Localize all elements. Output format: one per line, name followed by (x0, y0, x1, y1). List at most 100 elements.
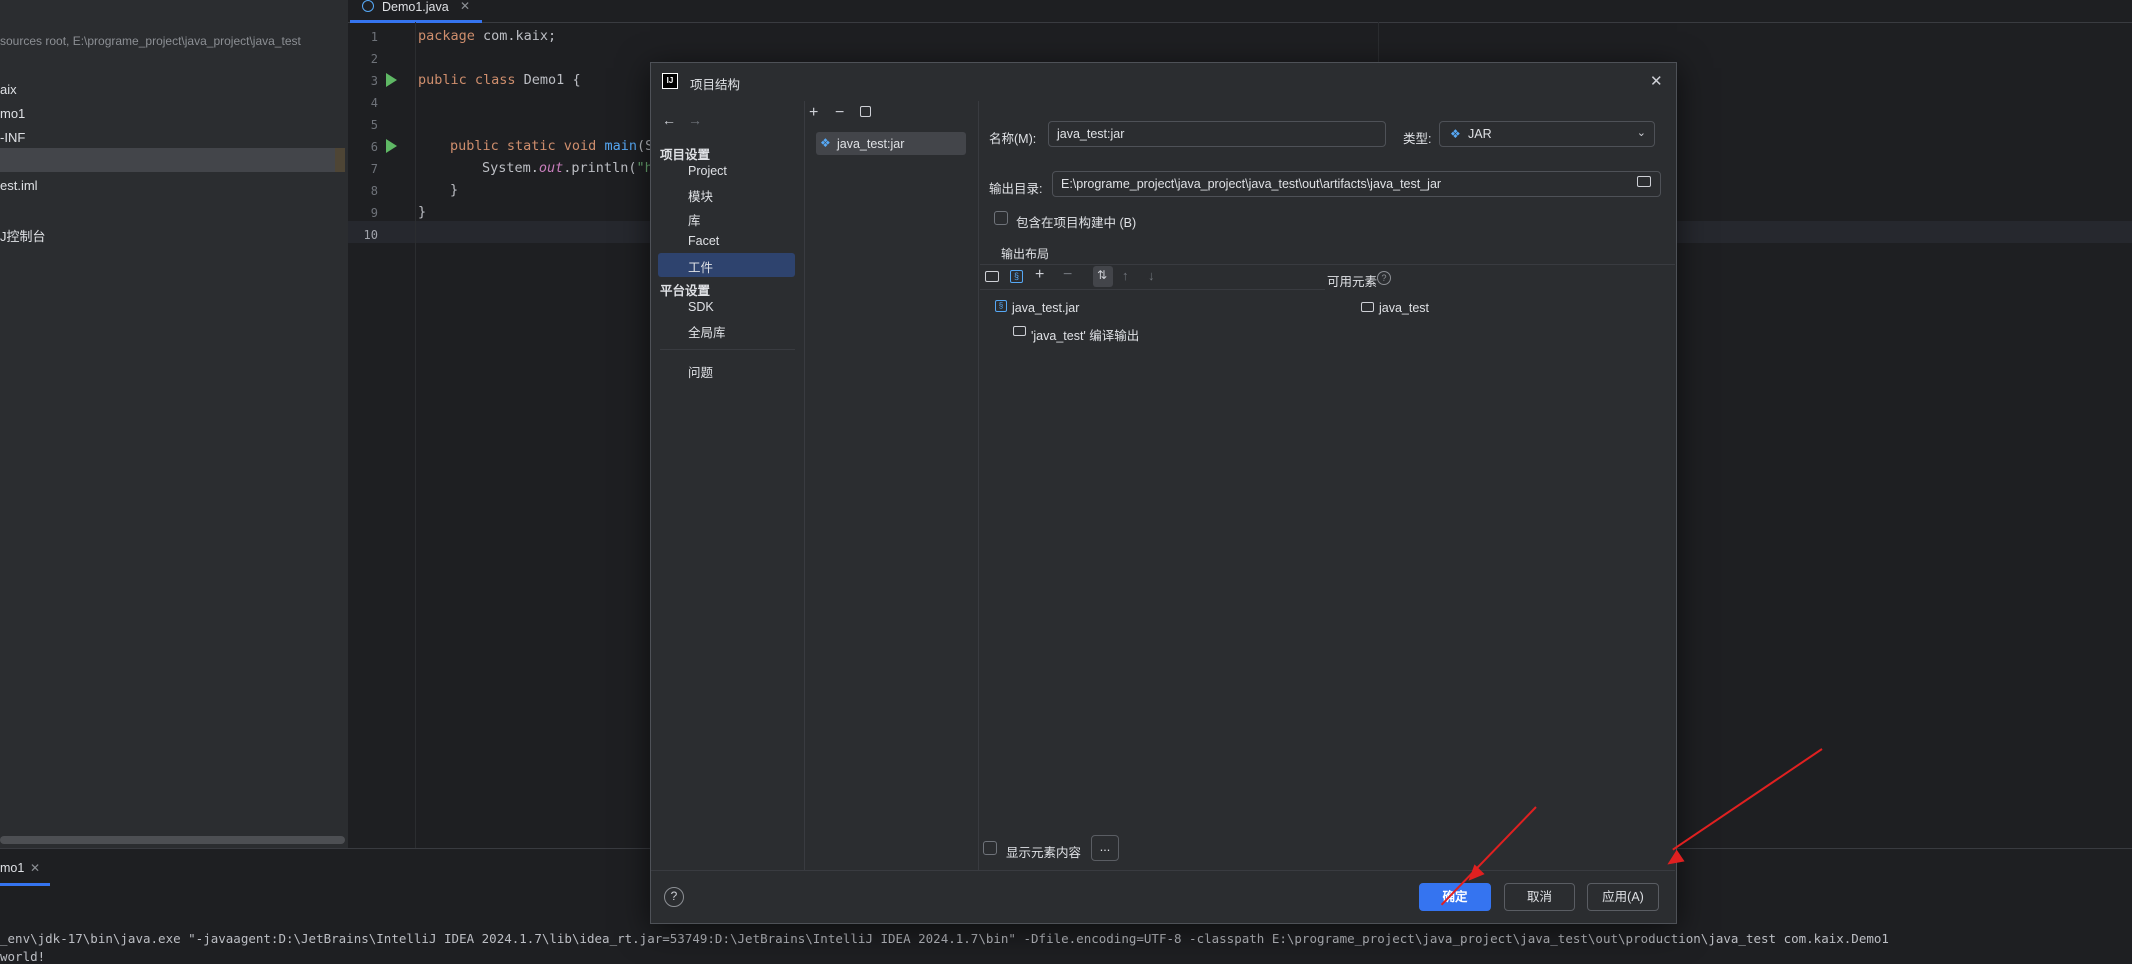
dialog-title: 项目结构 (690, 78, 741, 92)
jar-icon: ❖ (1450, 127, 1461, 141)
layout-toolbar-divider (980, 289, 1325, 290)
project-tree-item-console[interactable]: J控制台 (0, 226, 46, 245)
cancel-button[interactable]: 取消 (1504, 883, 1575, 911)
chevron-down-icon: ⌄ (1636, 127, 1646, 139)
output-dir-label: 输出目录: (989, 182, 1043, 196)
code-line-8[interactable]: } (450, 182, 458, 198)
available-tree-item[interactable]: java_test (1379, 301, 1429, 315)
include-in-build-label: 包含在项目构建中 (B) (1016, 216, 1137, 230)
tab-demo1-java[interactable]: Demo1.java ✕ (350, 0, 482, 22)
nav-item-sdk[interactable]: SDK (688, 300, 714, 314)
project-root-hint: sources root, E:\programe_project\java_p… (0, 34, 301, 48)
move-up-icon[interactable]: ↑ (1122, 269, 1129, 282)
run-class-icon[interactable] (386, 73, 397, 87)
move-down-icon[interactable]: ↓ (1148, 269, 1155, 282)
nav-item-libraries[interactable]: 库 (688, 210, 701, 229)
close-icon[interactable]: ✕ (30, 861, 40, 875)
nav-item-modules[interactable]: 模块 (688, 186, 713, 205)
line-number: 10 (363, 228, 378, 242)
run-tab-label[interactable]: mo1 (0, 861, 24, 875)
module-folder-icon (1361, 302, 1374, 312)
code-line-3[interactable]: public class Demo1 { (418, 72, 581, 88)
project-tree-selected-row[interactable] (0, 148, 335, 172)
editor-tab-bar (348, 0, 2132, 23)
nav-item-facet[interactable]: Facet (688, 234, 719, 248)
artifact-list-item[interactable]: java_test:jar (837, 137, 904, 151)
forward-arrow-icon[interactable]: → (688, 113, 702, 127)
ok-button[interactable]: 确定 (1419, 883, 1491, 911)
line-number: 2 (370, 52, 378, 66)
type-select[interactable]: ❖ JAR ⌄ (1439, 121, 1655, 147)
project-tree-item[interactable]: -INF (0, 130, 25, 145)
line-number: 1 (370, 30, 378, 44)
help-icon[interactable]: ? (664, 887, 684, 907)
add-icon[interactable]: + (1035, 267, 1044, 283)
code-line-7[interactable]: System.out.println("h (482, 160, 653, 176)
jar-file-icon: § (995, 300, 1007, 312)
type-label: 类型: (1403, 132, 1432, 146)
show-content-checkbox[interactable] (983, 841, 997, 855)
nav-item-project[interactable]: Project (688, 164, 727, 178)
dialog-nav-panel (651, 101, 805, 871)
code-keyword: package (418, 28, 475, 44)
code-text: .println( (563, 160, 637, 176)
back-arrow-icon[interactable]: ← (662, 113, 676, 127)
nav-item-artifacts[interactable]: 工件 (688, 257, 713, 276)
module-output-icon (1013, 326, 1026, 336)
code-text: Demo1 { (515, 72, 581, 88)
code-text: com.kaix; (474, 28, 557, 44)
line-number: 4 (370, 96, 378, 110)
code-line-1[interactable]: package com.kaix; (418, 28, 556, 44)
new-folder-icon[interactable] (985, 271, 999, 282)
nav-item-problems[interactable]: 问题 (688, 362, 713, 381)
more-button[interactable]: ... (1091, 835, 1119, 861)
include-in-build-checkbox[interactable] (994, 211, 1008, 225)
add-icon[interactable]: + (809, 105, 818, 121)
project-tree-selected-accent (335, 148, 345, 172)
nav-divider (660, 349, 795, 350)
code-line-6[interactable]: public static void main(S (450, 138, 653, 154)
project-tree-item[interactable]: aix (0, 82, 17, 97)
line-number: 6 (370, 140, 378, 154)
apply-button[interactable]: 应用(A) (1587, 883, 1659, 911)
project-tree-item[interactable]: mo1 (0, 106, 25, 121)
remove-icon[interactable]: − (1063, 267, 1072, 283)
archive-icon[interactable]: § (1010, 270, 1023, 283)
remove-icon[interactable]: − (835, 105, 844, 121)
tab-label: Demo1.java (382, 0, 449, 14)
code-field: out (538, 160, 564, 176)
code-line-9[interactable]: } (418, 204, 426, 220)
nav-item-global-libraries[interactable]: 全局库 (688, 322, 726, 341)
layout-tree-item-jar[interactable]: java_test.jar (1012, 301, 1079, 315)
console-output-line: world! (0, 949, 46, 964)
artifact-list-panel (805, 101, 979, 871)
help-icon[interactable]: ? (1377, 271, 1391, 285)
code-keyword: public static void (450, 138, 597, 154)
intellij-logo-icon: IJ (662, 73, 678, 89)
console-command-line: _env\jdk-17\bin\java.exe "-javaagent:D:\… (0, 931, 1889, 946)
project-tool-window: sources root, E:\programe_project\java_p… (0, 0, 348, 848)
project-tree-item[interactable]: est.iml (0, 178, 38, 193)
run-main-icon[interactable] (386, 139, 397, 153)
nav-selection-highlight (658, 253, 795, 277)
name-input[interactable]: java_test:jar (1048, 121, 1386, 147)
folder-browse-icon[interactable] (1637, 176, 1651, 187)
nav-header-platform-settings: 平台设置 (660, 284, 711, 298)
sort-icon[interactable]: ⇅ (1097, 269, 1107, 281)
tab-output-layout[interactable]: 输出布局 (1001, 245, 1049, 262)
active-tab-indicator (350, 20, 482, 23)
tab-divider (980, 264, 1675, 265)
project-horizontal-scrollbar[interactable] (0, 836, 345, 844)
line-number: 7 (370, 162, 378, 176)
output-dir-input[interactable]: E:\programe_project\java_project\java_te… (1052, 171, 1661, 197)
close-icon[interactable]: ✕ (1650, 74, 1663, 89)
java-class-icon (362, 0, 374, 12)
line-number: 3 (370, 74, 378, 88)
copy-icon[interactable] (860, 106, 871, 117)
layout-tree-item-compile-output[interactable]: 'java_test' 编译输出 (1031, 325, 1139, 344)
name-label: 名称(M): (989, 132, 1037, 146)
code-method: main (596, 138, 637, 154)
close-icon[interactable]: ✕ (460, 0, 470, 13)
available-elements-label: 可用元素 (1327, 275, 1378, 289)
artifact-icon: ❖ (820, 136, 831, 150)
